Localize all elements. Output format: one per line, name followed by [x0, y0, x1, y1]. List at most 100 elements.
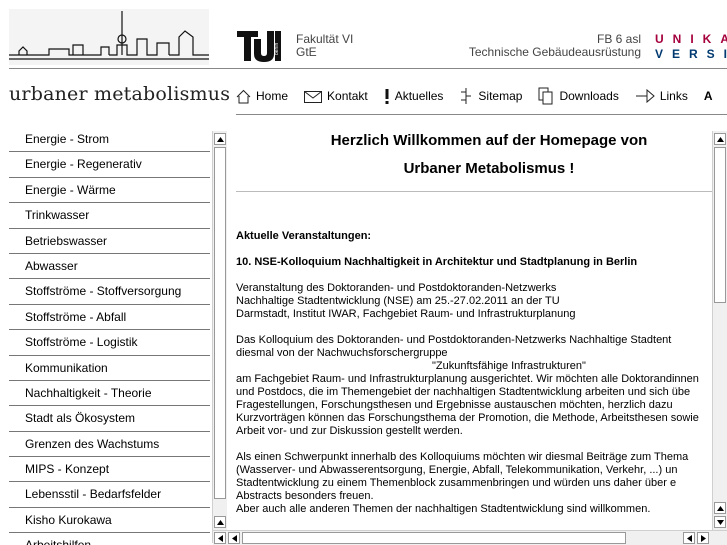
nav-divider — [236, 114, 727, 115]
sidebar-item-kurokawa[interactable]: Kisho Kurokawa — [9, 508, 210, 534]
nav-home-label: Home — [256, 89, 289, 103]
svg-text:berlin: berlin — [274, 43, 280, 55]
content-divider — [236, 191, 712, 192]
sidebar-item-energie-strom[interactable]: Energie - Strom — [9, 127, 210, 153]
scroll-left-button[interactable] — [214, 532, 226, 544]
arrow-up-icon — [216, 136, 224, 142]
scroll-up-button[interactable] — [214, 133, 226, 145]
welcome-line2: Urbaner Metabolismus ! — [403, 160, 575, 177]
arrow-right-icon — [700, 534, 706, 542]
paragraph-line: am Fachgebiet Raum- und Infrastrukturpla… — [236, 373, 699, 385]
main-content: Herzlich Willkommen auf der Homepage von… — [236, 127, 712, 529]
envelope-icon — [304, 90, 323, 103]
sidebar-scrollbar[interactable] — [212, 131, 227, 543]
sidebar-menu: Energie - Strom Energie - Regenerativ En… — [9, 127, 210, 545]
arrow-up-icon — [716, 505, 724, 511]
content-scrollbar[interactable] — [712, 131, 727, 530]
content-scroll-down-button[interactable] — [714, 516, 726, 528]
nav-links[interactable]: Links — [635, 89, 688, 103]
nav-a[interactable]: A — [704, 89, 713, 103]
content-scroll-up-button-lower[interactable] — [714, 502, 726, 514]
sidebar-item-abwasser[interactable]: Abwasser — [9, 254, 210, 280]
welcome-line1: Herzlich Willkommen auf der Homepage von — [330, 132, 648, 149]
arrow-up-icon — [716, 136, 724, 142]
site-title: urbaner metabolismus — [9, 83, 231, 105]
nav-downloads-label: Downloads — [559, 89, 619, 103]
paragraph-line: Das Kolloquium des Doktoranden- und Post… — [236, 334, 672, 346]
paragraph-line: Arbeit vor- und zur Diskussion gestellt … — [236, 425, 463, 437]
sidebar-item-stoffversorgung[interactable]: Stoffströme - Stoffversorgung — [9, 279, 210, 305]
nav-kontakt-label: Kontakt — [327, 89, 368, 103]
paragraph-line: diesmal von der Nachwuchsforschergruppe — [236, 347, 448, 359]
faculty-line2: GtE — [296, 45, 317, 59]
event-title: 10. NSE-Kolloquium Nachhaltigkeit in Arc… — [236, 256, 638, 268]
exclamation-icon — [385, 89, 389, 104]
documents-icon — [538, 87, 553, 105]
sidebar-item-grenzen[interactable]: Grenzen des Wachstums — [9, 432, 210, 458]
scroll-left-button-2[interactable] — [228, 532, 240, 544]
sidebar-item-mips[interactable]: MIPS - Konzept — [9, 457, 210, 483]
sidebar-item-lebensstil[interactable]: Lebensstil - Bedarfsfelder — [9, 482, 210, 508]
scroll-left-button-right-end[interactable] — [683, 532, 695, 544]
department-line2: Technische Gebäudeausrüstung — [468, 45, 641, 59]
nav-links-label: Links — [659, 89, 688, 103]
horizontal-scrollbar[interactable] — [213, 530, 727, 545]
sidebar-item-oekosystem[interactable]: Stadt als Ökosystem — [9, 406, 210, 432]
scroll-up-button-lower[interactable] — [214, 516, 226, 528]
scroll-right-button[interactable] — [697, 532, 709, 544]
paragraph-line: Fragestellungen, Forschungsthesen und Er… — [236, 399, 673, 411]
paragraph-line: "Zukunftsfähige Infrastrukturen" — [432, 360, 586, 372]
intro-line: Nachhaltige Stadtentwicklung (NSE) am 25… — [236, 295, 560, 307]
paragraph-schwerpunkt: Als einen Schwerpunkt innerhalb des Koll… — [236, 451, 712, 516]
paragraph-line: Abstracts besonders freuen. — [236, 490, 374, 502]
sitemap-icon — [461, 88, 472, 104]
intro-line: Veranstaltung des Doktoranden- und Postd… — [236, 282, 557, 294]
paragraph-line: Kurzvorträgen können das Forschungsthema… — [236, 412, 699, 424]
scroll-thumb[interactable] — [214, 147, 226, 499]
arrow-left-icon — [231, 534, 237, 542]
berlin-skyline-banner — [9, 9, 209, 65]
faculty-label: Fakultät VI GtE — [296, 33, 353, 59]
uni-kassel-logo-line2: VERSI — [655, 47, 727, 61]
nav-sitemap-label: Sitemap — [478, 89, 523, 103]
nav-downloads[interactable]: Downloads — [538, 87, 619, 105]
home-icon — [236, 89, 251, 103]
sidebar-item-abfall[interactable]: Stoffströme - Abfall — [9, 305, 210, 331]
sidebar-item-logistik[interactable]: Stoffströme - Logistik — [9, 330, 210, 356]
arrow-right-icon — [635, 89, 655, 103]
top-navigation: Home Kontakt Aktuelles Sitemap Downloads… — [236, 86, 727, 106]
section-heading: Aktuelle Veranstaltungen: — [236, 230, 372, 242]
header-divider — [9, 68, 727, 69]
uni-kassel-logo-line1: UNIKA — [655, 32, 727, 46]
nav-sitemap[interactable]: Sitemap — [459, 87, 522, 105]
paragraph-line: Als einen Schwerpunkt innerhalb des Koll… — [236, 451, 689, 463]
nav-kontakt[interactable]: Kontakt — [304, 89, 368, 103]
content-scroll-up-button[interactable] — [714, 133, 726, 145]
nav-aktuelles[interactable]: Aktuelles — [384, 88, 444, 104]
sidebar-item-arbeitshilfen[interactable]: Arbeitshilfen — [9, 533, 210, 545]
content-scroll-thumb[interactable] — [714, 147, 726, 303]
sidebar-item-betriebswasser[interactable]: Betriebswasser — [9, 229, 210, 254]
paragraph-line: und Postdocs, die im Themengebiet der na… — [236, 386, 691, 398]
paragraph-kolloquium: Das Kolloquium des Doktoranden- und Post… — [236, 334, 712, 438]
horizontal-scroll-thumb[interactable] — [242, 532, 626, 544]
paragraph-line: (Wasserver- und Abwasserentsorgung, Ener… — [236, 464, 678, 476]
paragraph-line: Aber auch alle anderen Themen der nachha… — [236, 503, 651, 515]
sidebar-item-energie-waerme[interactable]: Energie - Wärme — [9, 178, 210, 204]
arrow-left-icon — [686, 534, 692, 542]
nav-a-label: A — [703, 89, 713, 103]
arrow-down-icon — [716, 519, 724, 525]
nav-home[interactable]: Home — [236, 89, 288, 104]
department-label: FB 6 asl Technische Gebäudeausrüstung — [469, 33, 641, 59]
arrow-up-icon — [216, 519, 224, 525]
arrow-left-icon — [217, 534, 223, 542]
paragraph-line: Stadtentwicklung zu einem Themenblock zu… — [236, 477, 677, 489]
uni-kassel-logo: UNIKA VERSI — [655, 32, 727, 62]
sidebar-item-trinkwasser[interactable]: Trinkwasser — [9, 203, 210, 229]
tu-berlin-logo: berlin — [236, 29, 282, 63]
welcome-heading: Herzlich Willkommen auf der Homepage von… — [236, 127, 712, 183]
sidebar-item-nachhaltigkeit[interactable]: Nachhaltigkeit - Theorie — [9, 381, 210, 407]
nav-aktuelles-label: Aktuelles — [394, 89, 444, 103]
sidebar-item-energie-regenerativ[interactable]: Energie - Regenerativ — [9, 152, 210, 178]
sidebar-item-kommunikation[interactable]: Kommunikation — [9, 356, 210, 381]
